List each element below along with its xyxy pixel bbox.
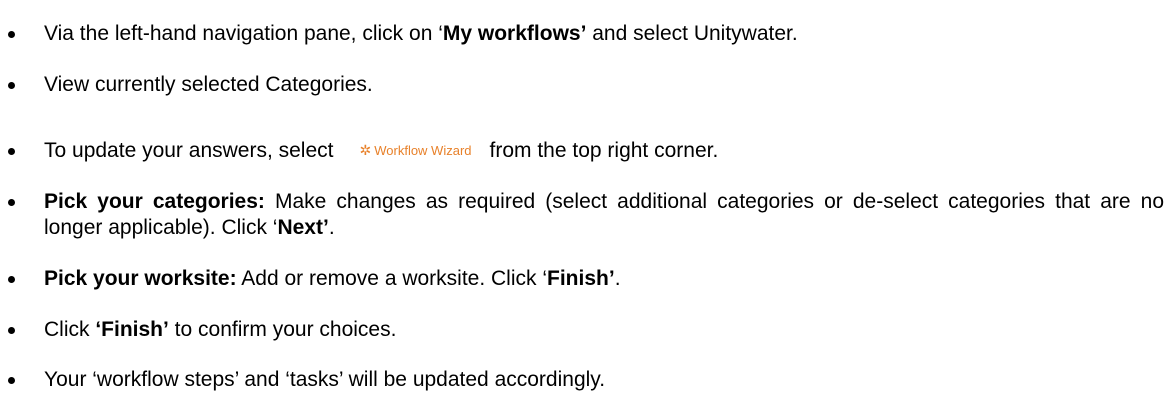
text-run: Click (44, 318, 96, 341)
list-item-text: Pick your worksite: Add or remove a work… (44, 266, 1164, 292)
instructions-page: Via the left-hand navigation pane, click… (0, 0, 1173, 404)
bullet-icon (8, 199, 15, 206)
bullet-icon (8, 327, 15, 334)
bold-text: Pick your worksite: (44, 267, 237, 290)
text-run: To update your answers, select (44, 139, 334, 162)
list-item-text: Click ‘Finish’ to confirm your choices. (44, 317, 1164, 343)
text-run: and select Unitywater. (586, 22, 798, 45)
bold-text: Finish’ (547, 267, 615, 290)
text-run: Add or remove a worksite. Click ‘ (236, 267, 548, 290)
bullet-icon (8, 276, 15, 283)
bullet-icon (8, 148, 15, 155)
text-run: . (614, 267, 621, 290)
list-item-text: View currently selected Categories. (44, 72, 1164, 98)
workflow-wizard-button[interactable]: ✲ Workflow Wizard (360, 142, 472, 159)
text-run: . (328, 216, 335, 239)
gear-icon: ✲ (359, 142, 372, 158)
list-item-text: Your ‘workflow steps’ and ‘tasks’ will b… (44, 367, 1164, 393)
bullet-icon (8, 31, 15, 38)
text-run: from the top right corner. (489, 139, 719, 162)
bold-text: Pick your categories: (44, 190, 265, 213)
list-item-text: Pick your categories: Make changes as re… (44, 189, 1164, 241)
list-item-text: Via the left-hand navigation pane, click… (44, 21, 1164, 47)
bullet-icon (8, 82, 15, 89)
bold-text: Next’ (277, 216, 329, 239)
list-item-text: To update your answers, select ✲ Workflow … (44, 138, 1164, 164)
bullet-icon (8, 377, 15, 384)
bold-text: ‘Finish’ (95, 318, 169, 341)
text-run: Via the left-hand navigation pane, click… (44, 22, 443, 45)
text-run: Your ‘workflow steps’ and ‘tasks’ will b… (44, 368, 606, 391)
bold-text: My workflows’ (442, 22, 587, 45)
workflow-wizard-label: Workflow Wizard (374, 143, 472, 158)
text-run: View currently selected Categories. (44, 73, 373, 96)
text-run: to confirm your choices. (168, 318, 397, 341)
